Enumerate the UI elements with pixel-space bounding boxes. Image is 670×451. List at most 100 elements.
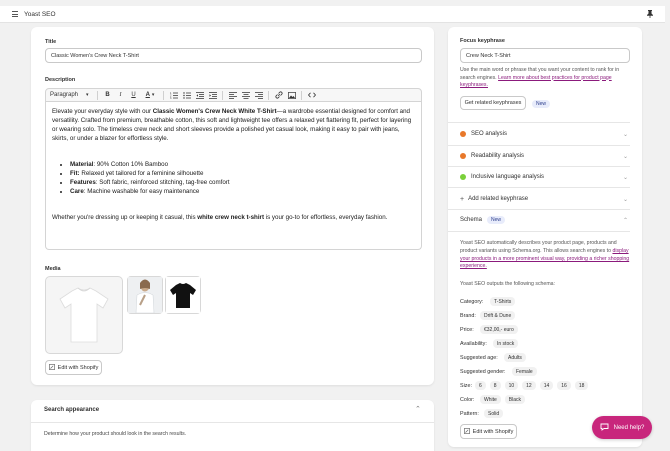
need-help-button[interactable]: Need help?	[592, 416, 652, 439]
add-related-keyphrase-row[interactable]: + Add related keyphrase ⌄	[448, 193, 630, 205]
align-left-icon[interactable]	[226, 88, 239, 102]
bold-button[interactable]: B	[101, 88, 114, 102]
app-topbar: Yoast SEO	[0, 6, 665, 23]
chevron-up-icon[interactable]: ⌃	[415, 405, 421, 413]
schema-size-value: 18	[574, 381, 589, 390]
need-help-label: Need help?	[613, 424, 645, 431]
schema-color-label: Color:	[460, 396, 475, 403]
schema-pattern: Pattern: Solid	[460, 409, 504, 418]
focus-keyphrase-value: Crew Neck T-Shirt	[466, 52, 511, 59]
sidebar-divider	[448, 122, 630, 123]
schema-size: Size: 6 8 10 12 14 16 18	[460, 381, 589, 390]
numbered-list-icon[interactable]: 123	[167, 88, 180, 102]
media-label: Media	[45, 266, 61, 272]
list-item: Fit: Relaxed yet tailored for a feminine…	[70, 170, 415, 179]
chat-bubble-icon	[600, 423, 609, 433]
indent-increase-icon[interactable]	[206, 88, 219, 102]
chevron-up-icon: ⌃	[622, 217, 628, 224]
search-appearance-description: Determine how your product should look i…	[44, 431, 187, 437]
sidebar-divider	[448, 187, 630, 188]
plus-icon: +	[460, 195, 465, 203]
schema-label: Schema	[460, 217, 483, 223]
edit-icon	[463, 427, 470, 436]
schema-gender-value: Female	[512, 367, 537, 376]
schema-edit-with-shopify-label: Edit with Shopify	[472, 428, 514, 435]
toolbar-divider	[222, 90, 223, 100]
add-related-keyphrase-label: Add related keyphrase	[468, 196, 529, 202]
list-item: Care: Machine washable for easy maintena…	[70, 188, 415, 197]
schema-outputs-text: Yoast SEO outputs the following schema:	[460, 281, 555, 287]
description-paragraph-intro: Elevate your everyday style with our Cla…	[52, 108, 415, 145]
focus-keyphrase-input[interactable]: Crew Neck T-Shirt	[460, 48, 630, 63]
inclusive-language-label: Inclusive language analysis	[471, 174, 545, 180]
seo-analysis-label: SEO analysis	[471, 131, 508, 137]
title-label: Title	[45, 39, 57, 45]
inclusive-language-status-icon	[460, 174, 466, 180]
schema-size-value: 6	[475, 381, 486, 390]
schema-category-label: Category:	[460, 298, 484, 305]
toolbar-divider	[301, 90, 302, 100]
list-item-key: Fit:	[70, 169, 80, 177]
list-item-key: Material	[70, 161, 94, 168]
new-badge: New	[532, 100, 551, 108]
schema-size-value: 14	[539, 381, 554, 390]
schema-age-label: Suggested age:	[460, 354, 498, 361]
bullet-list-icon[interactable]	[180, 88, 193, 102]
media-thumbnail-black[interactable]	[165, 276, 201, 314]
readability-status-icon	[460, 153, 466, 159]
toolbar-divider	[163, 90, 164, 100]
text-color-button[interactable]: A ▾	[140, 88, 160, 102]
media-main-image[interactable]	[45, 276, 123, 354]
list-item-value: : Soft fabric, reinforced stitching, tag…	[95, 178, 230, 186]
sidebar-divider	[448, 231, 630, 232]
media-thumbnail-model[interactable]	[127, 276, 163, 314]
paragraph-select[interactable]: Paragraph ▾	[46, 88, 94, 102]
schema-gender: Suggested gender: Female	[460, 367, 537, 376]
underline-button[interactable]: U	[127, 88, 140, 102]
schema-color: Color: White Black	[460, 395, 526, 404]
paragraph-select-value: Paragraph	[50, 92, 79, 98]
toolbar-divider	[268, 90, 269, 100]
schema-color-value: White	[480, 395, 501, 404]
align-center-icon[interactable]	[239, 88, 252, 102]
align-right-icon[interactable]	[252, 88, 265, 102]
chevron-down-icon: ⌄	[622, 196, 628, 203]
schema-availability-label: Availability:	[460, 340, 487, 347]
title-input-value: Classic Women's Crew Neck T-Shirt	[51, 52, 139, 59]
description-text: is your go-to for effortless, everyday f…	[264, 213, 388, 221]
toolbar-divider	[97, 90, 98, 100]
link-icon[interactable]	[272, 88, 285, 102]
description-label: Description	[45, 77, 76, 83]
menu-icon[interactable]	[12, 11, 18, 17]
seo-analysis-status-icon	[460, 131, 466, 137]
svg-text:3: 3	[170, 97, 172, 99]
seo-analysis-row[interactable]: SEO analysis ⌄	[448, 128, 630, 140]
schema-brand: Brand: Drift & Dune	[460, 311, 516, 320]
list-item-value: Relaxed yet tailored for a feminine silh…	[79, 169, 204, 177]
list-item-value: : 90% Cotton 10% Bamboo	[93, 161, 169, 168]
schema-row[interactable]: Schema New ⌃	[448, 214, 630, 226]
schema-brand-value: Drift & Dune	[480, 311, 516, 320]
list-item-value: : Machine washable for easy maintenance	[83, 187, 200, 195]
italic-button[interactable]: I	[114, 88, 127, 102]
readability-row[interactable]: Readability analysis ⌄	[448, 150, 630, 162]
image-icon[interactable]	[285, 88, 298, 102]
code-view-icon[interactable]	[305, 88, 318, 102]
app-title: Yoast SEO	[24, 10, 56, 18]
get-related-keyphrases-button[interactable]: Get related keyphrases	[460, 96, 526, 110]
media-edit-with-shopify-label: Edit with Shopify	[57, 364, 99, 371]
media-edit-with-shopify-button[interactable]: Edit with Shopify	[45, 360, 102, 375]
schema-category: Category: T-Shirts	[460, 297, 516, 306]
schema-size-label: Size:	[460, 382, 472, 389]
description-editor[interactable]: Elevate your everyday style with our Cla…	[45, 102, 422, 250]
title-input[interactable]: Classic Women's Crew Neck T-Shirt	[45, 48, 422, 63]
get-related-keyphrases-label: Get related keyphrases	[464, 100, 522, 106]
schema-availability: Availability: In stock	[460, 339, 519, 348]
schema-edit-with-shopify-button[interactable]: Edit with Shopify	[460, 424, 517, 439]
pin-icon[interactable]	[647, 10, 653, 20]
schema-description-text: Yoast SEO automatically describes your p…	[460, 240, 617, 254]
inclusive-language-row[interactable]: Inclusive language analysis ⌄	[448, 171, 630, 183]
indent-decrease-icon[interactable]	[193, 88, 206, 102]
schema-size-value: 8	[489, 381, 501, 390]
list-item-key: Care	[70, 187, 84, 195]
